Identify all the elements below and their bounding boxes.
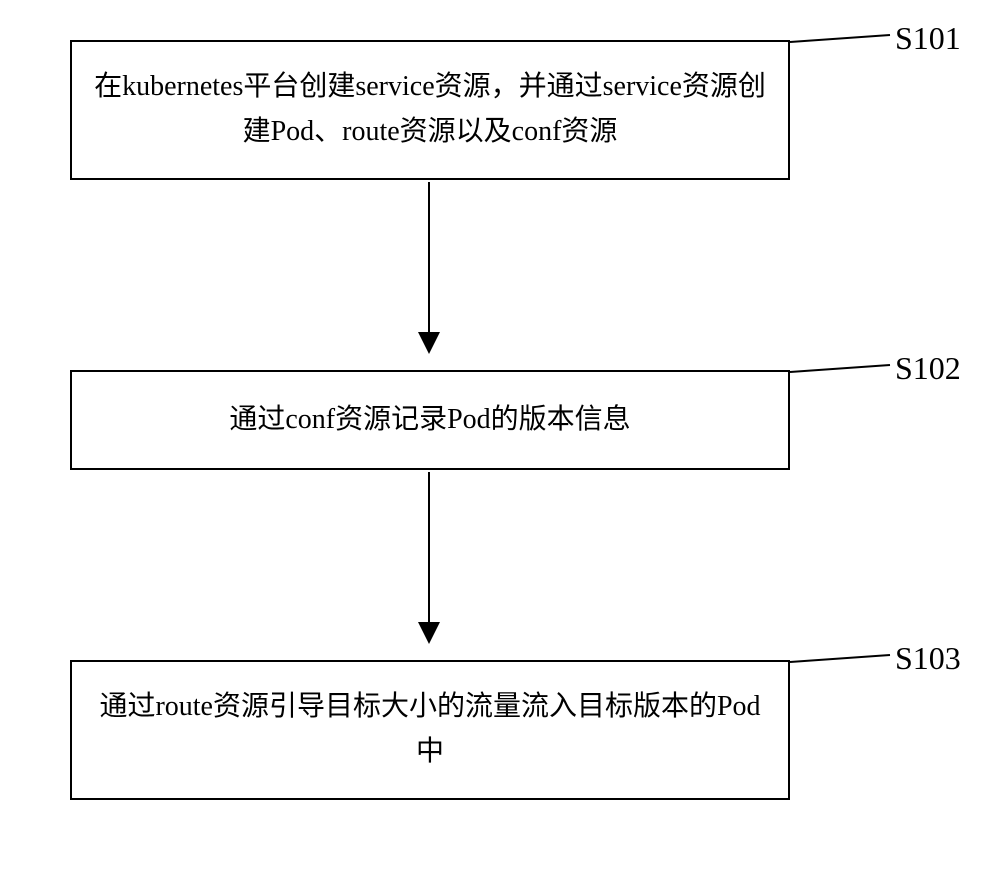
step-label-3: S103 xyxy=(895,640,961,677)
leader-line-3 xyxy=(790,655,890,662)
step-text-2: 通过conf资源记录Pod的版本信息 xyxy=(229,398,630,443)
leader-line-1 xyxy=(790,35,890,42)
arrowhead-icon xyxy=(418,332,440,354)
step-box-1: 在kubernetes平台创建service资源，并通过service资源创建P… xyxy=(70,40,790,180)
step-label-1: S101 xyxy=(895,20,961,57)
arrow-2-to-3 xyxy=(428,472,430,642)
step-text-3: 通过route资源引导目标大小的流量流入目标版本的Pod中 xyxy=(92,685,768,775)
flowchart-container: 在kubernetes平台创建service资源，并通过service资源创建P… xyxy=(0,0,1000,881)
leader-line-2 xyxy=(790,365,890,372)
step-box-2: 通过conf资源记录Pod的版本信息 xyxy=(70,370,790,470)
step-text-1: 在kubernetes平台创建service资源，并通过service资源创建P… xyxy=(92,65,768,155)
arrowhead-icon xyxy=(418,622,440,644)
step-box-3: 通过route资源引导目标大小的流量流入目标版本的Pod中 xyxy=(70,660,790,800)
step-label-2: S102 xyxy=(895,350,961,387)
arrow-1-to-2 xyxy=(428,182,430,352)
